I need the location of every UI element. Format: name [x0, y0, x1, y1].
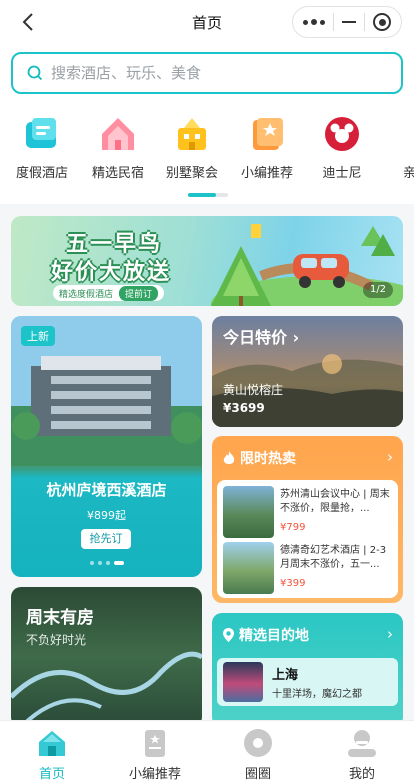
- book-now-button[interactable]: 抢先订: [81, 529, 131, 549]
- tab-mine[interactable]: 我的: [322, 727, 402, 780]
- today-deal-price: ¥3699: [223, 401, 265, 415]
- today-deal-heading: 今日特价 ›: [223, 324, 299, 348]
- hot-item-price: ¥399: [280, 578, 306, 589]
- hot-item-photo: [223, 542, 274, 594]
- search-icon: [27, 65, 43, 81]
- tab-label: 圈圈: [244, 767, 271, 780]
- house-icon: [98, 114, 138, 154]
- category-label: 小编推荐: [240, 166, 293, 181]
- banner-book-early-button[interactable]: 提前订: [119, 285, 159, 301]
- hot-item-text: 德清奇幻艺术酒店 | 2-3月周末不涨价，五一...: [280, 545, 387, 570]
- hot-sale-card: 限时热卖 › 苏州清山会议中心 | 周末不涨价，限量抢，... ¥799 德清奇…: [212, 436, 403, 603]
- category-parent-child[interactable]: 亲子: [378, 114, 414, 181]
- destination-city: 上海: [272, 668, 299, 683]
- more-icon[interactable]: [303, 19, 325, 25]
- tab-circle[interactable]: 圈圈: [218, 727, 298, 780]
- tab-label: 首页: [38, 767, 65, 780]
- hotel-icon: [22, 114, 62, 154]
- category-label: 迪士尼: [322, 166, 362, 181]
- list-item[interactable]: 上海 十里洋场，魔幻之都: [217, 658, 398, 706]
- weekend-subtitle: 不负好时光: [26, 633, 87, 647]
- circle-icon: [242, 727, 274, 759]
- flame-icon: [223, 451, 235, 464]
- parent-child-icon: [396, 114, 414, 154]
- user-icon: [346, 727, 378, 759]
- hot-sale-title: 限时热卖: [240, 451, 296, 467]
- search-input[interactable]: [51, 64, 371, 82]
- hot-item-photo: [223, 486, 274, 538]
- capsule-divider: [364, 13, 365, 31]
- category-row: 度假酒店 精选民宿 别墅聚会 小编推荐 迪士尼 亲: [0, 114, 414, 184]
- minimize-icon[interactable]: [342, 21, 356, 23]
- banner-pill: 精选度假酒店 提前订: [53, 285, 165, 301]
- category-editor-pick[interactable]: 小编推荐: [229, 114, 305, 181]
- category-label: 别墅聚会: [165, 166, 218, 181]
- hot-sale-list: 苏州清山会议中心 | 周末不涨价，限量抢，... ¥799 德清奇幻艺术酒店 |…: [217, 480, 398, 598]
- disney-icon: [322, 114, 362, 154]
- category-hotel[interactable]: 度假酒店: [4, 114, 80, 181]
- destinations-title: 精选目的地: [239, 628, 309, 644]
- tab-label: 小编推荐: [128, 767, 181, 780]
- destination-desc: 十里洋场，魔幻之都: [272, 689, 362, 700]
- category-label: 精选民宿: [91, 166, 144, 181]
- destinations-card: 精选目的地 › 上海 十里洋场，魔幻之都: [212, 613, 403, 727]
- featured-hotel-price: ¥899起: [87, 509, 126, 522]
- banner-headline-2: 好价大放送: [51, 260, 172, 285]
- category-label: 度假酒店: [15, 166, 68, 181]
- close-program-icon[interactable]: [373, 13, 391, 31]
- promo-banner[interactable]: 五一早鸟 好价大放送 精选度假酒店 提前订 1/2: [11, 216, 403, 306]
- home-icon: [36, 727, 68, 759]
- list-item[interactable]: 德清奇幻艺术酒店 | 2-3月周末不涨价，五一... ¥399: [223, 542, 393, 594]
- chevron-right-icon[interactable]: ›: [387, 448, 393, 466]
- carousel-dots: [11, 561, 202, 565]
- search-section: 度假酒店 精选民宿 别墅聚会 小编推荐 迪士尼: [0, 44, 414, 204]
- category-homestay[interactable]: 精选民宿: [80, 114, 156, 181]
- bottom-tab-bar: 首页 小编推荐 圈圈 我的: [0, 720, 414, 780]
- villa-icon: [172, 114, 212, 154]
- today-deal-hotel-name: 黄山悦榕庄: [223, 383, 284, 397]
- chevron-right-icon[interactable]: ›: [387, 625, 393, 643]
- weekend-title: 周末有房: [26, 608, 94, 628]
- editor-icon: [247, 114, 287, 154]
- category-scroll-indicator: [188, 193, 228, 197]
- hot-item-price: ¥799: [280, 522, 306, 533]
- featured-hotel-card[interactable]: 上新 杭州庐境西溪酒店 ¥899起 抢先订: [11, 316, 202, 577]
- tab-home[interactable]: 首页: [12, 727, 92, 780]
- category-label: 亲子: [402, 166, 414, 181]
- search-box[interactable]: [11, 52, 403, 94]
- category-villa[interactable]: 别墅聚会: [154, 114, 230, 181]
- destinations-heading: 精选目的地: [222, 625, 309, 645]
- featured-hotel-name: 杭州庐境西溪酒店: [46, 481, 167, 499]
- list-item[interactable]: 苏州清山会议中心 | 周末不涨价，限量抢，... ¥799: [223, 486, 393, 538]
- today-deal-title: 今日特价: [223, 328, 288, 347]
- today-deal-card[interactable]: 今日特价 › 黄山悦榕庄 ¥3699: [212, 316, 403, 427]
- tab-label: 我的: [348, 767, 375, 780]
- tab-editor-pick[interactable]: 小编推荐: [115, 727, 195, 780]
- top-nav-bar: 首页: [0, 0, 414, 44]
- city-photo: [223, 662, 263, 702]
- banner-page-indicator: 1/2: [363, 282, 393, 298]
- hot-item-text: 苏州清山会议中心 | 周末不涨价，限量抢，...: [280, 489, 390, 514]
- mini-program-capsule: [292, 6, 402, 38]
- location-pin-icon: [223, 628, 234, 642]
- category-disney[interactable]: 迪士尼: [304, 114, 380, 181]
- capsule-divider: [333, 13, 334, 31]
- chevron-right-icon: ›: [292, 328, 300, 347]
- banner-pill-text: 精选度假酒店: [59, 289, 114, 300]
- weekend-rooms-card[interactable]: 周末有房 不负好时光: [11, 587, 202, 727]
- editor-note-icon: [139, 727, 171, 759]
- hot-sale-heading: 限时热卖: [222, 448, 296, 468]
- new-tag: 上新: [21, 326, 55, 346]
